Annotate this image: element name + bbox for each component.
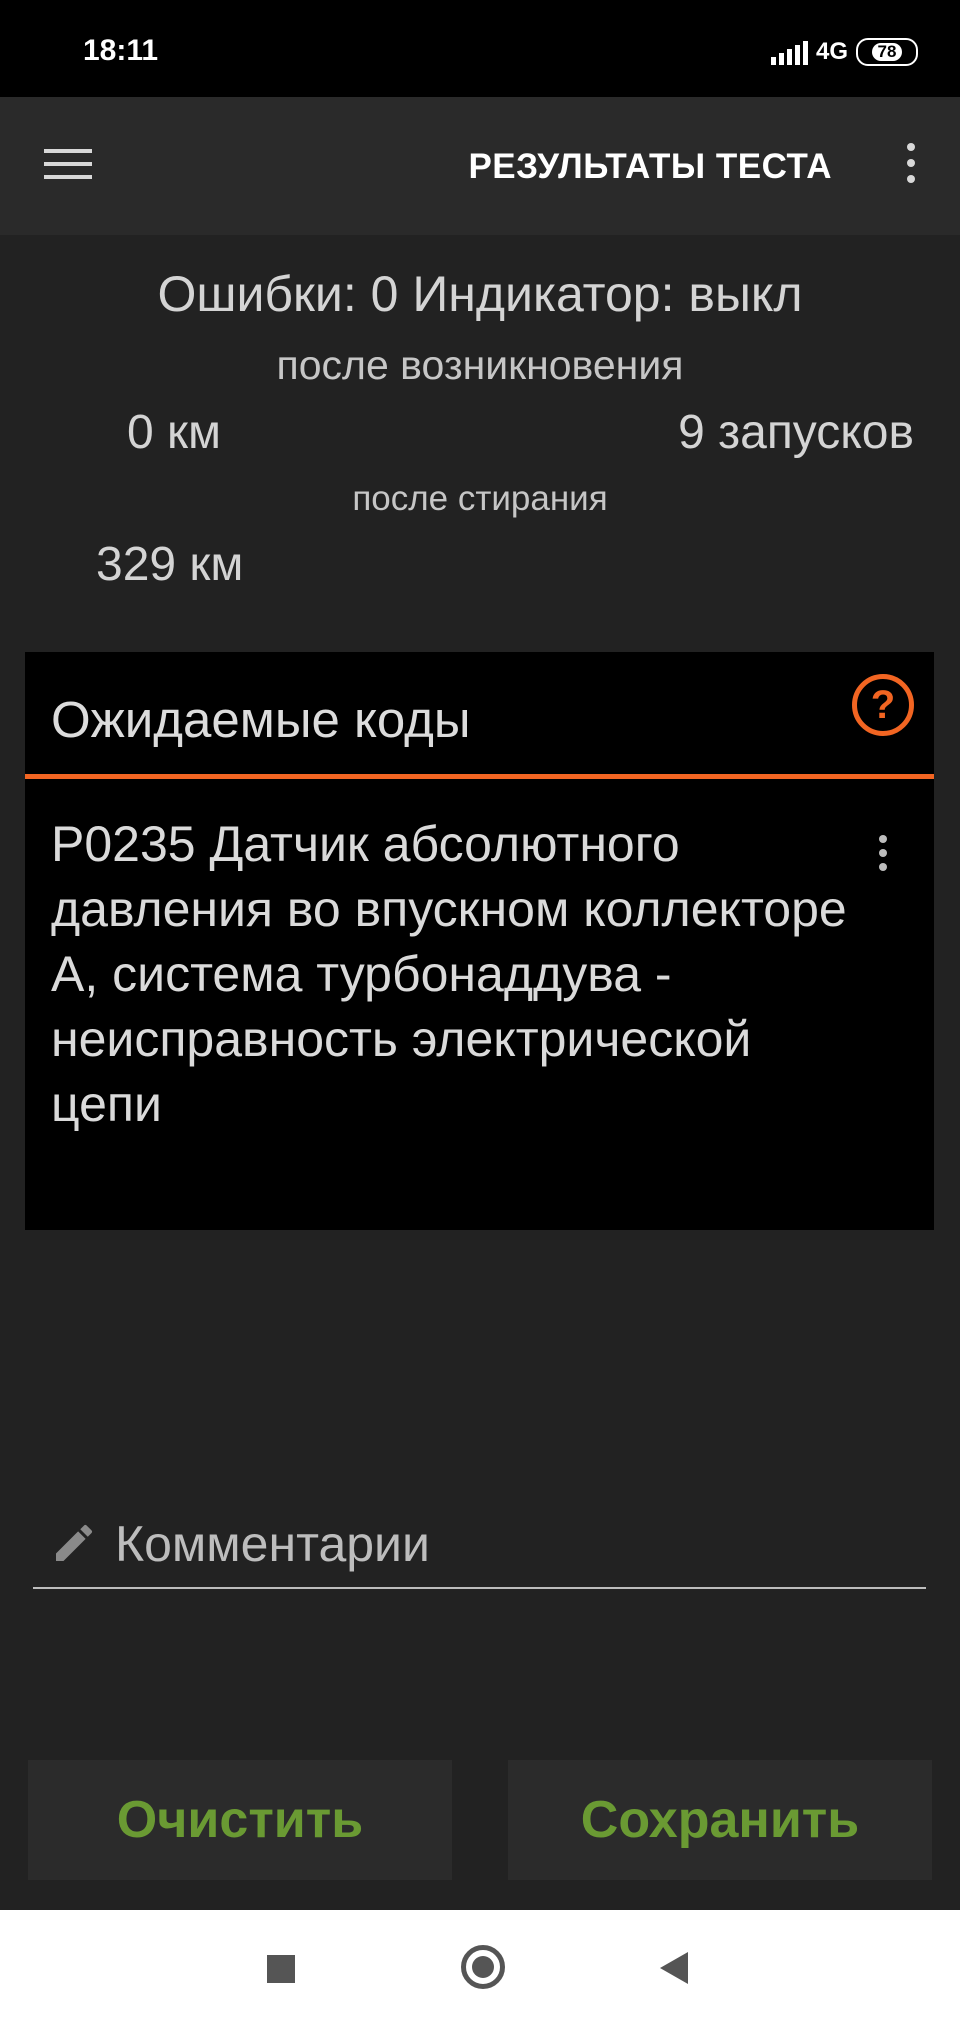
hamburger-menu-icon[interactable] [44, 149, 92, 185]
list-item[interactable]: P0235 Датчик абсолютного давления во впу… [51, 812, 871, 1137]
after-occurrence-label: после возникновения [276, 342, 684, 388]
home-icon[interactable] [461, 1945, 505, 1989]
more-vert-icon[interactable] [904, 143, 918, 187]
after-clear-label: после стирания [352, 479, 608, 518]
battery-level: 78 [871, 43, 903, 61]
clear-button[interactable]: Очистить [28, 1760, 452, 1880]
errors-indicator-line: Ошибки: 0 Индикатор: выкл [157, 266, 803, 322]
pencil-icon [56, 1524, 93, 1561]
header-divider [25, 774, 934, 779]
network-type: 4G [815, 38, 848, 65]
km-since-clear: 329 км [96, 538, 244, 591]
page-title: РЕЗУЛЬТАТЫ ТЕСТА [468, 147, 832, 186]
pending-codes-header: Ожидаемые коды ? [25, 652, 934, 776]
pending-codes-title: Ожидаемые коды [51, 691, 471, 748]
km-since-occurrence: 0 км [127, 406, 222, 459]
help-icon[interactable]: ? [852, 674, 914, 736]
battery-icon: 78 [856, 38, 918, 66]
signal-icon [770, 39, 808, 65]
recent-apps-icon[interactable] [267, 1955, 295, 1983]
item-more-vert-icon[interactable] [877, 835, 889, 877]
status-time: 18:11 [83, 34, 159, 67]
comment-placeholder: Комментарии [115, 1516, 430, 1572]
comment-field[interactable]: Комментарии [33, 1505, 926, 1589]
save-button[interactable]: Сохранить [508, 1760, 932, 1880]
app-bar: РЕЗУЛЬТАТЫ ТЕСТА [0, 97, 960, 235]
status-bar: 18:11 4G 78 [0, 0, 960, 97]
back-icon[interactable] [660, 1952, 688, 1984]
status-icons: 4G 78 [770, 36, 918, 68]
pending-codes-card: Ожидаемые коды ? P0235 Датчик абсолютног… [25, 652, 934, 1230]
system-nav-bar [0, 1910, 960, 2025]
starts-count: 9 запусков [678, 406, 914, 459]
